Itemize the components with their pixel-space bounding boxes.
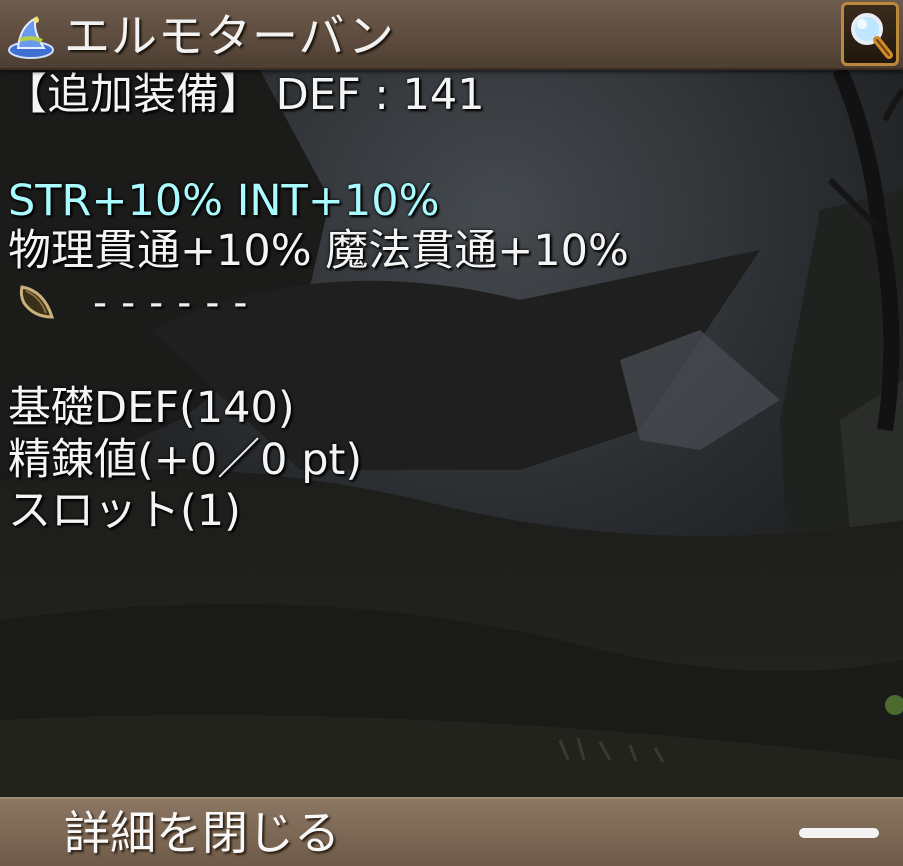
item-detail-screen: エルモターバン 【追加装備】 DEF : 141 STR+10% INT+10%… <box>0 0 903 866</box>
bonus-stats-line: STR+10% INT+10% <box>8 176 440 226</box>
close-details-button[interactable]: 詳細を閉じる <box>0 797 903 866</box>
close-details-label: 詳細を閉じる <box>64 806 340 860</box>
equip-def-line: 【追加装備】 DEF : 141 <box>4 70 485 120</box>
title-bar: エルモターバン <box>0 0 903 70</box>
refine-line: 精錬値(+0／0 pt) <box>8 435 363 485</box>
home-indicator <box>799 828 879 838</box>
background-scene <box>0 0 903 866</box>
base-def-line: 基礎DEF(140) <box>8 383 295 433</box>
wizard-hat-icon <box>6 14 56 60</box>
penetration-line: 物理貫通+10% 魔法貫通+10% <box>8 226 629 276</box>
item-name: エルモターバン <box>64 9 395 63</box>
zoom-button[interactable] <box>841 2 899 66</box>
slot-count-line: スロット(1) <box>8 486 241 536</box>
